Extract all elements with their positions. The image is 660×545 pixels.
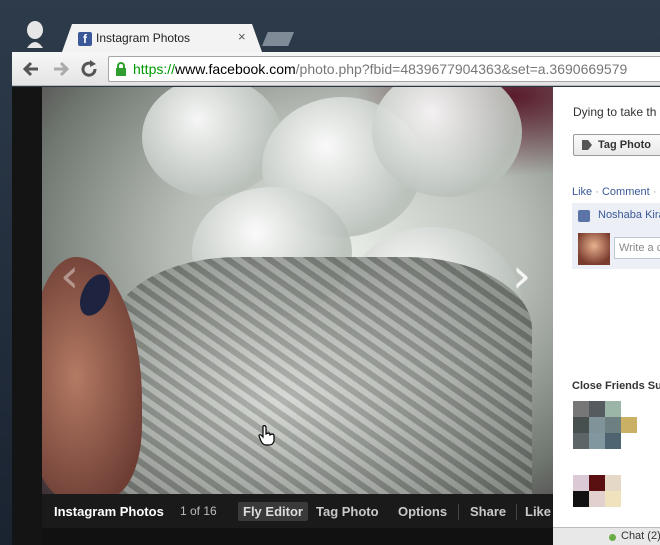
facebook-favicon-icon: f bbox=[78, 32, 92, 46]
tag-icon bbox=[582, 140, 592, 150]
separator-dot: · bbox=[592, 186, 602, 198]
hand-pointer-cursor-icon bbox=[258, 425, 275, 446]
photo-crystals bbox=[112, 257, 532, 494]
tab-instagram-photos[interactable]: f Instagram Photos × bbox=[62, 24, 262, 52]
tag-photo-button[interactable]: Tag Photo bbox=[316, 504, 379, 519]
sidebar-tag-photo-label: Tag Photo bbox=[598, 139, 651, 151]
lock-icon bbox=[116, 62, 126, 76]
fly-editor-button[interactable]: Fly Editor bbox=[238, 502, 308, 521]
photo-action-bar: Instagram Photos 1 of 16 Fly Editor Tag … bbox=[42, 494, 554, 528]
post-actions: Like · Comment · U bbox=[572, 186, 660, 198]
next-photo-arrow-icon[interactable]: › bbox=[512, 252, 531, 300]
chat-bar[interactable]: Chat (2) bbox=[553, 527, 660, 545]
profile-icon[interactable] bbox=[24, 20, 46, 48]
back-icon[interactable] bbox=[20, 58, 42, 80]
like-button[interactable]: Like bbox=[525, 504, 551, 519]
options-button[interactable]: Options bbox=[398, 504, 447, 519]
online-status-icon bbox=[609, 534, 616, 541]
tab-title: Instagram Photos bbox=[96, 31, 191, 45]
previous-photo-arrow-icon[interactable]: ‹ bbox=[60, 252, 79, 300]
url-text: https://www.facebook.com/photo.php?fbid=… bbox=[133, 61, 627, 77]
forward-icon[interactable] bbox=[50, 58, 72, 80]
tab-strip: f Instagram Photos × bbox=[0, 0, 660, 52]
photo-count: 1 of 16 bbox=[180, 504, 217, 518]
divider bbox=[516, 504, 517, 520]
left-gutter bbox=[12, 87, 42, 545]
comment-input[interactable]: Write a c bbox=[614, 237, 660, 259]
separator-dot: · bbox=[649, 186, 660, 198]
close-friends-heading: Close Friends Su bbox=[572, 380, 660, 392]
liker-name-link[interactable]: Noshaba Kira bbox=[598, 209, 660, 221]
url-host: www.facebook.com bbox=[175, 61, 296, 77]
chat-label: Chat (2) bbox=[621, 530, 660, 542]
page-viewport: ‹ › Instagram Photos 1 of 16 Fly Editor … bbox=[12, 87, 660, 545]
browser-window: f Instagram Photos × https://www.faceboo… bbox=[0, 0, 660, 545]
comment-link[interactable]: Comment bbox=[602, 186, 650, 198]
thumbs-up-icon bbox=[578, 210, 590, 222]
photo-flower-petal bbox=[142, 87, 282, 197]
avatar[interactable] bbox=[578, 233, 610, 265]
photo-sidebar: Dying to take th Tag Photo Like · Commen… bbox=[553, 87, 660, 527]
like-link[interactable]: Like bbox=[572, 186, 592, 198]
browser-toolbar: https://www.facebook.com/photo.php?fbid=… bbox=[12, 52, 660, 86]
likes-row: Noshaba Kira bbox=[572, 203, 660, 229]
reload-icon[interactable] bbox=[78, 58, 100, 80]
url-path: /photo.php?fbid=4839677904363&set=a.3690… bbox=[295, 61, 628, 77]
viewer-bottom-strip bbox=[42, 528, 554, 545]
album-title-link[interactable]: Instagram Photos bbox=[54, 504, 164, 519]
photo-caption: Dying to take th bbox=[573, 105, 657, 119]
sidebar-tag-photo-button[interactable]: Tag Photo bbox=[573, 134, 660, 156]
photo-image[interactable]: ‹ › bbox=[42, 87, 554, 494]
tab-close-icon[interactable]: × bbox=[238, 29, 246, 44]
share-button[interactable]: Share bbox=[470, 504, 506, 519]
address-bar[interactable]: https://www.facebook.com/photo.php?fbid=… bbox=[108, 56, 660, 82]
new-tab-button[interactable] bbox=[262, 32, 294, 46]
url-scheme: https:// bbox=[133, 61, 176, 77]
divider bbox=[458, 504, 459, 520]
comment-row: Write a c bbox=[572, 229, 660, 269]
